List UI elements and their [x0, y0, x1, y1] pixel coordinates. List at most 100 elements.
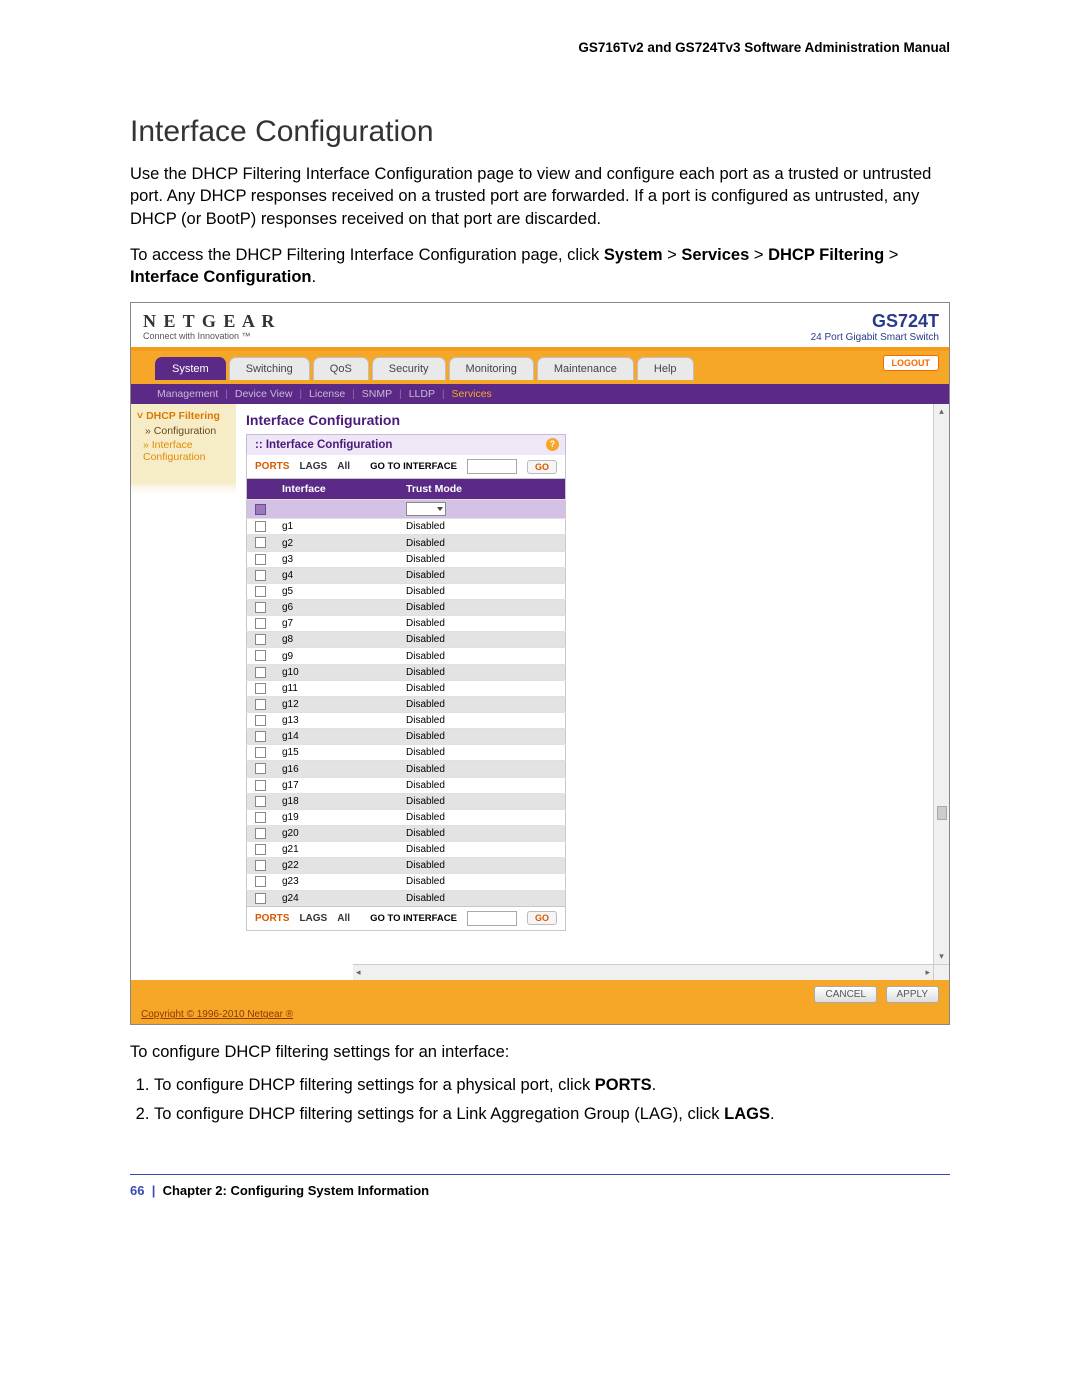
interface-cell: g15: [274, 745, 398, 761]
goto-label: GO TO INTERFACE: [370, 461, 457, 472]
table-row: g23Disabled: [247, 874, 566, 890]
path-dhcp-filtering: DHCP Filtering: [768, 246, 884, 264]
row-checkbox[interactable]: [255, 796, 266, 807]
interface-cell: g8: [274, 632, 398, 648]
filter-lags-bottom[interactable]: LAGS: [299, 913, 327, 924]
row-checkbox[interactable]: [255, 537, 266, 548]
row-checkbox[interactable]: [255, 554, 266, 565]
sub-nav: Management | Device View | License | SNM…: [131, 384, 949, 404]
apply-button[interactable]: APPLY: [886, 986, 940, 1003]
trust-mode-cell: Disabled: [398, 826, 566, 842]
scrollbar-vertical[interactable]: ▴ ▾: [933, 404, 949, 964]
instruction-1-text: To configure DHCP filtering settings for…: [154, 1076, 595, 1094]
row-checkbox[interactable]: [255, 812, 266, 823]
filter-row-top: PORTS LAGS All GO TO INTERFACE GO: [246, 455, 566, 479]
goto-input[interactable]: [467, 459, 517, 474]
tab-security[interactable]: Security: [372, 357, 446, 380]
interface-cell: g23: [274, 874, 398, 890]
row-checkbox[interactable]: [255, 844, 266, 855]
tab-monitoring[interactable]: Monitoring: [449, 357, 534, 380]
row-checkbox[interactable]: [255, 893, 266, 904]
panel-subtitle-text: Interface Configuration: [266, 439, 393, 451]
tab-qos[interactable]: QoS: [313, 357, 369, 380]
row-checkbox[interactable]: [255, 634, 266, 645]
scrollbar-horizontal[interactable]: ◂ ▸: [353, 964, 933, 980]
goto-input-bottom[interactable]: [467, 911, 517, 926]
row-checkbox[interactable]: [255, 650, 266, 661]
select-all-checkbox[interactable]: [255, 504, 266, 515]
row-checkbox[interactable]: [255, 731, 266, 742]
path-interface-config: Interface Configuration: [130, 268, 312, 286]
row-checkbox[interactable]: [255, 683, 266, 694]
table-row: g12Disabled: [247, 696, 566, 712]
interface-cell: g19: [274, 809, 398, 825]
row-checkbox[interactable]: [255, 586, 266, 597]
table-row: g21Disabled: [247, 842, 566, 858]
tab-system[interactable]: System: [155, 357, 226, 380]
sidebar-top[interactable]: ˅ DHCP Filtering: [137, 410, 230, 422]
interface-cell: g5: [274, 583, 398, 599]
trust-mode-select[interactable]: [406, 502, 446, 516]
trust-mode-cell: Disabled: [398, 616, 566, 632]
filter-lags[interactable]: LAGS: [299, 461, 327, 472]
trust-mode-cell: Disabled: [398, 745, 566, 761]
instruction-2: To configure DHCP filtering settings for…: [154, 1105, 950, 1124]
row-checkbox[interactable]: [255, 570, 266, 581]
row-checkbox[interactable]: [255, 699, 266, 710]
access-path-paragraph: To access the DHCP Filtering Interface C…: [130, 244, 950, 289]
row-checkbox[interactable]: [255, 860, 266, 871]
go-button[interactable]: GO: [527, 460, 557, 474]
trust-mode-cell: Disabled: [398, 842, 566, 858]
table-row: g4Disabled: [247, 567, 566, 583]
tab-maintenance[interactable]: Maintenance: [537, 357, 634, 380]
subnav-management[interactable]: Management: [157, 388, 218, 400]
trust-mode-cell: Disabled: [398, 761, 566, 777]
subnav-services[interactable]: Services: [452, 388, 492, 400]
interface-cell: g2: [274, 535, 398, 551]
interface-cell: g1: [274, 519, 398, 535]
table-row: g3Disabled: [247, 551, 566, 567]
row-checkbox[interactable]: [255, 828, 266, 839]
row-checkbox[interactable]: [255, 715, 266, 726]
row-checkbox[interactable]: [255, 618, 266, 629]
row-checkbox[interactable]: [255, 763, 266, 774]
trust-mode-cell: Disabled: [398, 632, 566, 648]
table-row: g11Disabled: [247, 680, 566, 696]
row-checkbox[interactable]: [255, 667, 266, 678]
filter-all-bottom[interactable]: All: [337, 913, 350, 924]
row-checkbox[interactable]: [255, 876, 266, 887]
go-button-bottom[interactable]: GO: [527, 911, 557, 925]
subnav-snmp[interactable]: SNMP: [362, 388, 392, 400]
row-checkbox[interactable]: [255, 747, 266, 758]
filter-ports[interactable]: PORTS: [255, 461, 289, 472]
tab-help[interactable]: Help: [637, 357, 694, 380]
cancel-button[interactable]: CANCEL: [814, 986, 877, 1003]
interface-cell: g4: [274, 567, 398, 583]
interface-cell: g20: [274, 826, 398, 842]
subnav-lldp[interactable]: LLDP: [409, 388, 435, 400]
instructions-list: To configure DHCP filtering settings for…: [130, 1076, 950, 1124]
sidebar: ˅ DHCP Filtering » Configuration » Inter…: [131, 404, 236, 964]
table-row: g22Disabled: [247, 858, 566, 874]
row-checkbox[interactable]: [255, 521, 266, 532]
filter-all[interactable]: All: [337, 461, 350, 472]
subnav-device-view[interactable]: Device View: [235, 388, 293, 400]
trust-mode-cell: Disabled: [398, 777, 566, 793]
row-checkbox[interactable]: [255, 602, 266, 613]
sidebar-item-configuration[interactable]: » Configuration: [145, 425, 230, 437]
subnav-license[interactable]: License: [309, 388, 345, 400]
product-model: GS724T: [811, 311, 939, 332]
intro-paragraph: Use the DHCP Filtering Interface Configu…: [130, 163, 950, 230]
sidebar-item-interface-config[interactable]: » Interface Configuration: [143, 439, 230, 463]
tab-switching[interactable]: Switching: [229, 357, 310, 380]
logout-button[interactable]: LOGOUT: [883, 355, 940, 371]
filter-ports-bottom[interactable]: PORTS: [255, 913, 289, 924]
panel-title: Interface Configuration: [246, 412, 923, 428]
trust-mode-cell: Disabled: [398, 648, 566, 664]
interface-cell: g10: [274, 664, 398, 680]
chapter-label: Chapter 2: Configuring System Informatio…: [163, 1183, 430, 1198]
row-checkbox[interactable]: [255, 780, 266, 791]
table-row: g9Disabled: [247, 648, 566, 664]
help-icon[interactable]: ?: [546, 438, 559, 451]
section-title: Interface Configuration: [130, 115, 950, 149]
